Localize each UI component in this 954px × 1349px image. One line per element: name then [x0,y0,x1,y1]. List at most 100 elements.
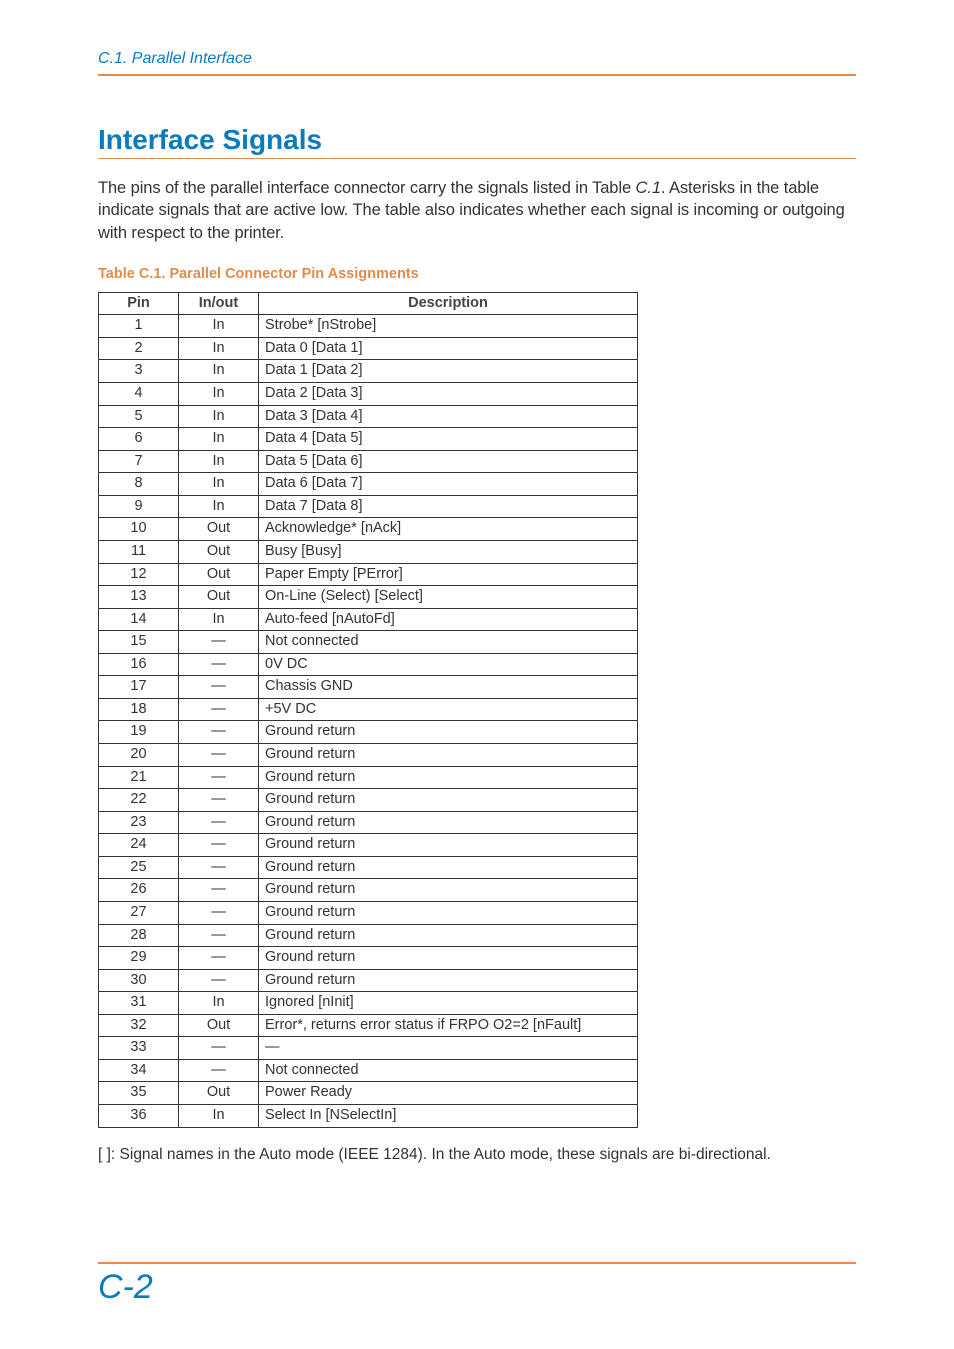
table-row: 23—Ground return [99,811,638,834]
cell-desc: Auto-feed [nAutoFd] [259,608,638,631]
table-row: 6InData 4 [Data 5] [99,428,638,451]
cell-pin: 1 [99,315,179,338]
cell-io: In [179,383,259,406]
page-number: C-2 [98,1268,856,1307]
table-row: 22—Ground return [99,789,638,812]
cell-desc: Data 0 [Data 1] [259,337,638,360]
table-row: 2InData 0 [Data 1] [99,337,638,360]
table-row: 30—Ground return [99,969,638,992]
cell-desc: Ground return [259,721,638,744]
cell-io: Out [179,1014,259,1037]
cell-pin: 15 [99,631,179,654]
cell-desc: Ground return [259,924,638,947]
cell-desc: On-Line (Select) [Select] [259,586,638,609]
cell-desc: Data 6 [Data 7] [259,473,638,496]
cell-desc: Ground return [259,744,638,767]
cell-pin: 9 [99,495,179,518]
cell-io: — [179,1037,259,1060]
table-row: 13OutOn-Line (Select) [Select] [99,586,638,609]
cell-io: — [179,789,259,812]
cell-desc: Strobe* [nStrobe] [259,315,638,338]
cell-io: — [179,924,259,947]
table-row: 10OutAcknowledge* [nAck] [99,518,638,541]
col-io: In/out [179,292,259,315]
table-row: 29—Ground return [99,947,638,970]
intro-ref: C.1 [636,179,661,197]
cell-io: — [179,947,259,970]
cell-pin: 33 [99,1037,179,1060]
cell-desc: — [259,1037,638,1060]
cell-desc: Ground return [259,901,638,924]
cell-pin: 26 [99,879,179,902]
cell-desc: Ground return [259,947,638,970]
table-row: 21—Ground return [99,766,638,789]
cell-pin: 21 [99,766,179,789]
table-row: 5InData 3 [Data 4] [99,405,638,428]
cell-pin: 27 [99,901,179,924]
cell-desc: Data 2 [Data 3] [259,383,638,406]
section-title: Interface Signals [98,124,856,159]
table-row: 33—— [99,1037,638,1060]
table-header-row: Pin In/out Description [99,292,638,315]
table-row: 11OutBusy [Busy] [99,540,638,563]
table-row: 12OutPaper Empty [PError] [99,563,638,586]
cell-io: — [179,721,259,744]
cell-io: — [179,901,259,924]
cell-desc: Ignored [nInit] [259,992,638,1015]
cell-pin: 31 [99,992,179,1015]
cell-io: — [179,969,259,992]
table-row: 31InIgnored [nInit] [99,992,638,1015]
cell-pin: 20 [99,744,179,767]
cell-desc: Ground return [259,766,638,789]
cell-pin: 2 [99,337,179,360]
table-row: 27—Ground return [99,901,638,924]
cell-io: Out [179,586,259,609]
table-row: 36InSelect In [NSelectIn] [99,1105,638,1128]
cell-pin: 24 [99,834,179,857]
cell-io: Out [179,518,259,541]
cell-pin: 34 [99,1059,179,1082]
cell-desc: Ground return [259,811,638,834]
col-desc: Description [259,292,638,315]
cell-pin: 12 [99,563,179,586]
cell-io: — [179,834,259,857]
cell-desc: Busy [Busy] [259,540,638,563]
footnote: [ ]: Signal names in the Auto mode (IEEE… [98,1146,856,1164]
table-row: 15—Not connected [99,631,638,654]
cell-desc: Data 3 [Data 4] [259,405,638,428]
cell-io: — [179,744,259,767]
cell-pin: 29 [99,947,179,970]
cell-pin: 25 [99,856,179,879]
table-row: 16—0V DC [99,653,638,676]
cell-desc: Not connected [259,631,638,654]
cell-pin: 8 [99,473,179,496]
cell-pin: 19 [99,721,179,744]
cell-io: — [179,811,259,834]
cell-pin: 7 [99,450,179,473]
cell-pin: 16 [99,653,179,676]
intro-pre: The pins of the parallel interface conne… [98,179,636,197]
cell-pin: 18 [99,698,179,721]
cell-io: — [179,1059,259,1082]
cell-io: In [179,405,259,428]
cell-desc: Error*, returns error status if FRPO O2=… [259,1014,638,1037]
table-row: 1InStrobe* [nStrobe] [99,315,638,338]
cell-io: Out [179,540,259,563]
cell-desc: Ground return [259,834,638,857]
cell-desc: Acknowledge* [nAck] [259,518,638,541]
cell-pin: 30 [99,969,179,992]
cell-desc: Select In [NSelectIn] [259,1105,638,1128]
table-row: 4InData 2 [Data 3] [99,383,638,406]
cell-desc: Ground return [259,969,638,992]
cell-pin: 5 [99,405,179,428]
cell-io: In [179,992,259,1015]
cell-pin: 22 [99,789,179,812]
cell-pin: 6 [99,428,179,451]
cell-desc: Data 1 [Data 2] [259,360,638,383]
cell-pin: 14 [99,608,179,631]
table-row: 3InData 1 [Data 2] [99,360,638,383]
cell-io: — [179,879,259,902]
cell-io: — [179,631,259,654]
table-row: 26—Ground return [99,879,638,902]
cell-desc: Not connected [259,1059,638,1082]
